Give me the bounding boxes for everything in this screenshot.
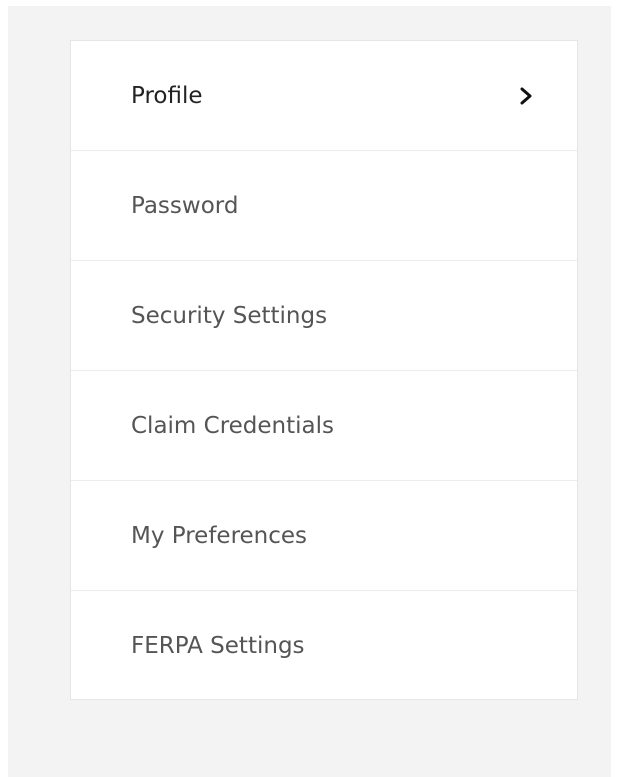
menu-item-password[interactable]: Password xyxy=(71,151,577,261)
settings-menu: Profile Password Security Settings Claim… xyxy=(70,40,578,700)
menu-item-security-settings[interactable]: Security Settings xyxy=(71,261,577,371)
menu-item-label: My Preferences xyxy=(131,522,308,549)
menu-item-my-preferences[interactable]: My Preferences xyxy=(71,481,577,591)
menu-item-label: FERPA Settings xyxy=(131,633,305,659)
menu-item-label: Claim Credentials xyxy=(131,412,335,439)
menu-item-label: Password xyxy=(131,192,239,219)
menu-item-ferpa-settings[interactable]: FERPA Settings xyxy=(71,591,577,701)
menu-item-profile[interactable]: Profile xyxy=(71,41,577,151)
menu-item-label: Profile xyxy=(131,82,203,109)
menu-item-label: Security Settings xyxy=(131,302,328,329)
menu-item-claim-credentials[interactable]: Claim Credentials xyxy=(71,371,577,481)
settings-panel: Profile Password Security Settings Claim… xyxy=(8,6,611,777)
chevron-right-icon xyxy=(519,87,533,105)
